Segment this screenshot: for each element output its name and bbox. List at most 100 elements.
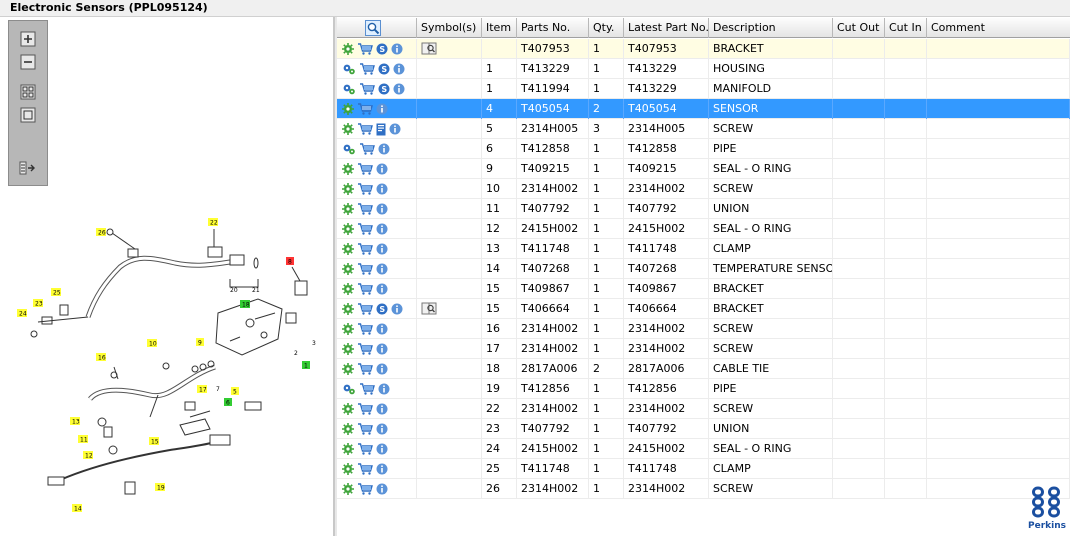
callout-7[interactable]: 7	[216, 386, 220, 393]
callout-17[interactable]: 17	[199, 387, 207, 394]
gears-icon[interactable]	[342, 383, 356, 395]
column-header-comment[interactable]: Comment	[927, 18, 1070, 38]
table-row[interactable]: 23 T407792 1 T407792 UNION	[337, 419, 1070, 439]
service-s-icon[interactable]: S	[378, 83, 390, 95]
table-row[interactable]: 11 T407792 1 T407792 UNION	[337, 199, 1070, 219]
export-button[interactable]	[18, 159, 38, 177]
gear-icon[interactable]	[342, 183, 354, 195]
callout-19[interactable]: 19	[157, 485, 165, 492]
gear-icon[interactable]	[342, 363, 354, 375]
info-icon[interactable]	[393, 63, 405, 75]
shopping-cart-icon[interactable]	[357, 103, 373, 115]
gear-icon[interactable]	[342, 263, 354, 275]
callout-3[interactable]: 3	[312, 340, 316, 347]
gear-icon[interactable]	[342, 323, 354, 335]
callout-22[interactable]: 22	[210, 220, 218, 227]
shopping-cart-icon[interactable]	[357, 283, 373, 295]
callout-24[interactable]: 24	[19, 311, 27, 318]
shopping-cart-icon[interactable]	[359, 83, 375, 95]
callout-1[interactable]: 1	[304, 363, 308, 370]
zoom-out-button[interactable]	[18, 53, 38, 71]
table-row[interactable]: 10 2314H002 1 2314H002 SCREW	[337, 179, 1070, 199]
gears-icon[interactable]	[342, 83, 356, 95]
column-header-search[interactable]	[337, 18, 417, 38]
book-magnifier-icon[interactable]	[421, 42, 437, 55]
info-icon[interactable]	[378, 383, 390, 395]
column-header-symbols[interactable]: Symbol(s)	[417, 18, 482, 38]
shopping-cart-icon[interactable]	[357, 483, 373, 495]
zoom-in-button[interactable]	[18, 30, 38, 48]
info-icon[interactable]	[376, 323, 388, 335]
gear-icon[interactable]	[342, 443, 354, 455]
table-row[interactable]: 6 T412858 1 T412858 PIPE	[337, 139, 1070, 159]
callout-25[interactable]: 25	[53, 290, 61, 297]
info-icon[interactable]	[389, 123, 401, 135]
callout-20[interactable]: 20	[230, 287, 238, 294]
shopping-cart-icon[interactable]	[357, 263, 373, 275]
table-row[interactable]: S 1 T413229 1 T413229 HOUSING	[337, 59, 1070, 79]
gear-icon[interactable]	[342, 163, 354, 175]
column-header-parts-no[interactable]: Parts No.	[517, 18, 589, 38]
column-header-description[interactable]: Description	[709, 18, 833, 38]
shopping-cart-icon[interactable]	[357, 403, 373, 415]
column-header-latest-part-no[interactable]: Latest Part No.	[624, 18, 709, 38]
service-s-icon[interactable]: S	[378, 63, 390, 75]
document-icon[interactable]	[376, 123, 386, 136]
callout-9[interactable]: 9	[198, 340, 202, 347]
gear-icon[interactable]	[342, 123, 354, 135]
callout-10[interactable]: 10	[149, 341, 157, 348]
column-header-cut-in[interactable]: Cut In	[885, 18, 927, 38]
column-header-item[interactable]: Item	[482, 18, 517, 38]
table-row[interactable]: 9 T409215 1 T409215 SEAL - O RING	[337, 159, 1070, 179]
info-icon[interactable]	[376, 183, 388, 195]
column-header-qty[interactable]: Qty.	[589, 18, 624, 38]
gear-icon[interactable]	[342, 103, 354, 115]
callout-23[interactable]: 23	[35, 301, 43, 308]
gear-icon[interactable]	[342, 423, 354, 435]
gear-icon[interactable]	[342, 243, 354, 255]
table-row[interactable]: S 1 T411994 1 T413229 MANIFOLD	[337, 79, 1070, 99]
info-icon[interactable]	[376, 443, 388, 455]
service-s-icon[interactable]: S	[376, 303, 388, 315]
table-row[interactable]: 22 2314H002 1 2314H002 SCREW	[337, 399, 1070, 419]
fit-window-button[interactable]	[18, 106, 38, 124]
callout-2[interactable]: 2	[294, 350, 298, 357]
table-row[interactable]: 18 2817A006 2 2817A006 CABLE TIE	[337, 359, 1070, 379]
table-row[interactable]: S 15 T406664 1 T406664 BRACKET	[337, 299, 1070, 319]
table-row[interactable]: 19 T412856 1 T412856 PIPE	[337, 379, 1070, 399]
shopping-cart-icon[interactable]	[357, 443, 373, 455]
info-icon[interactable]	[376, 403, 388, 415]
callout-12[interactable]: 12	[85, 453, 93, 460]
info-icon[interactable]	[376, 223, 388, 235]
shopping-cart-icon[interactable]	[359, 143, 375, 155]
gear-icon[interactable]	[342, 463, 354, 475]
table-row[interactable]: 17 2314H002 1 2314H002 SCREW	[337, 339, 1070, 359]
info-icon[interactable]	[376, 283, 388, 295]
shopping-cart-icon[interactable]	[357, 203, 373, 215]
callout-26[interactable]: 26	[98, 230, 106, 237]
fit-all-button[interactable]	[18, 83, 38, 101]
shopping-cart-icon[interactable]	[357, 183, 373, 195]
gear-icon[interactable]	[342, 43, 354, 55]
gear-icon[interactable]	[342, 483, 354, 495]
gears-icon[interactable]	[342, 143, 356, 155]
column-header-cut-out[interactable]: Cut Out	[833, 18, 885, 38]
info-icon[interactable]	[376, 263, 388, 275]
shopping-cart-icon[interactable]	[357, 423, 373, 435]
table-row[interactable]: 25 T411748 1 T411748 CLAMP	[337, 459, 1070, 479]
callout-5[interactable]: 5	[233, 389, 237, 396]
gear-icon[interactable]	[342, 203, 354, 215]
info-icon[interactable]	[376, 163, 388, 175]
table-row[interactable]: 14 T407268 1 T407268 TEMPERATURE SENSOR	[337, 259, 1070, 279]
table-row[interactable]: 24 2415H002 1 2415H002 SEAL - O RING	[337, 439, 1070, 459]
callout-15[interactable]: 15	[151, 439, 159, 446]
gear-icon[interactable]	[342, 223, 354, 235]
info-icon[interactable]	[376, 423, 388, 435]
shopping-cart-icon[interactable]	[357, 303, 373, 315]
info-icon[interactable]	[376, 203, 388, 215]
info-icon[interactable]	[376, 463, 388, 475]
table-row[interactable]: S T407953 1 T407953 BRACKET	[337, 39, 1070, 59]
callout-8[interactable]: 8	[288, 259, 292, 266]
shopping-cart-icon[interactable]	[357, 43, 373, 55]
callout-18[interactable]: 18	[242, 302, 250, 309]
